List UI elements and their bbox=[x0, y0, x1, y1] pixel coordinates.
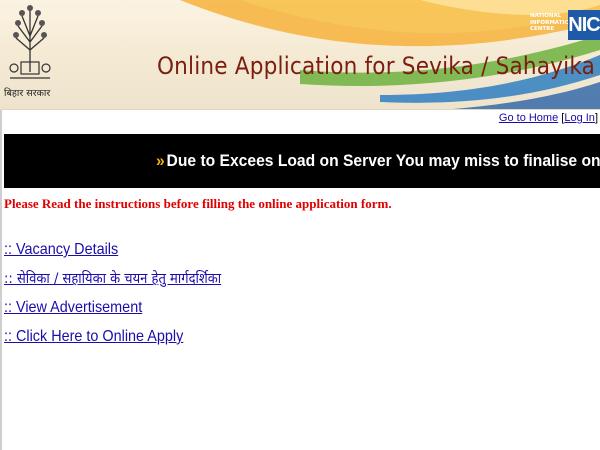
instruction-notice: Please Read the instructions before fill… bbox=[4, 196, 392, 211]
double-arrow-icon: » bbox=[156, 151, 165, 170]
go-to-home-link[interactable]: Go to Home bbox=[499, 112, 558, 124]
vacancy-details-link[interactable]: :: Vacancy Details bbox=[4, 238, 221, 267]
nic-logo: NIC bbox=[568, 10, 600, 40]
emblem-caption: बिहार सरकार bbox=[4, 88, 51, 99]
link-bracket-close: ] bbox=[594, 112, 598, 124]
login-link[interactable]: Log In bbox=[564, 112, 595, 124]
application-links-list: :: Vacancy Details :: सेविका / सहायिका क… bbox=[4, 238, 245, 354]
view-advertisement-link[interactable]: :: View Advertisement bbox=[4, 296, 221, 325]
announcement-marquee: » Due to Excees Load on Server You may mi… bbox=[4, 134, 600, 188]
site-header: बिहार सरकार Online Application for Sevik… bbox=[0, 0, 600, 110]
selection-guideline-link[interactable]: :: सेविका / सहायिका के चयन हेतु मार्गदर्… bbox=[4, 267, 221, 296]
nic-caption: NATIONAL INFORMATICS CENTRE bbox=[530, 13, 573, 32]
nic-logo-block: NATIONAL INFORMATICS CENTRE NIC bbox=[526, 10, 600, 40]
online-apply-link[interactable]: :: Click Here to Online Apply bbox=[4, 325, 221, 354]
announcement-text-row: » Due to Excees Load on Server You may mi… bbox=[156, 134, 600, 188]
left-border bbox=[0, 110, 2, 450]
page-title: Online Application for Sevika / Sahayika bbox=[157, 52, 596, 80]
announcement-text: Due to Excees Load on Server You may mis… bbox=[166, 151, 600, 170]
top-links: Go to Home [Log In] bbox=[499, 112, 598, 124]
